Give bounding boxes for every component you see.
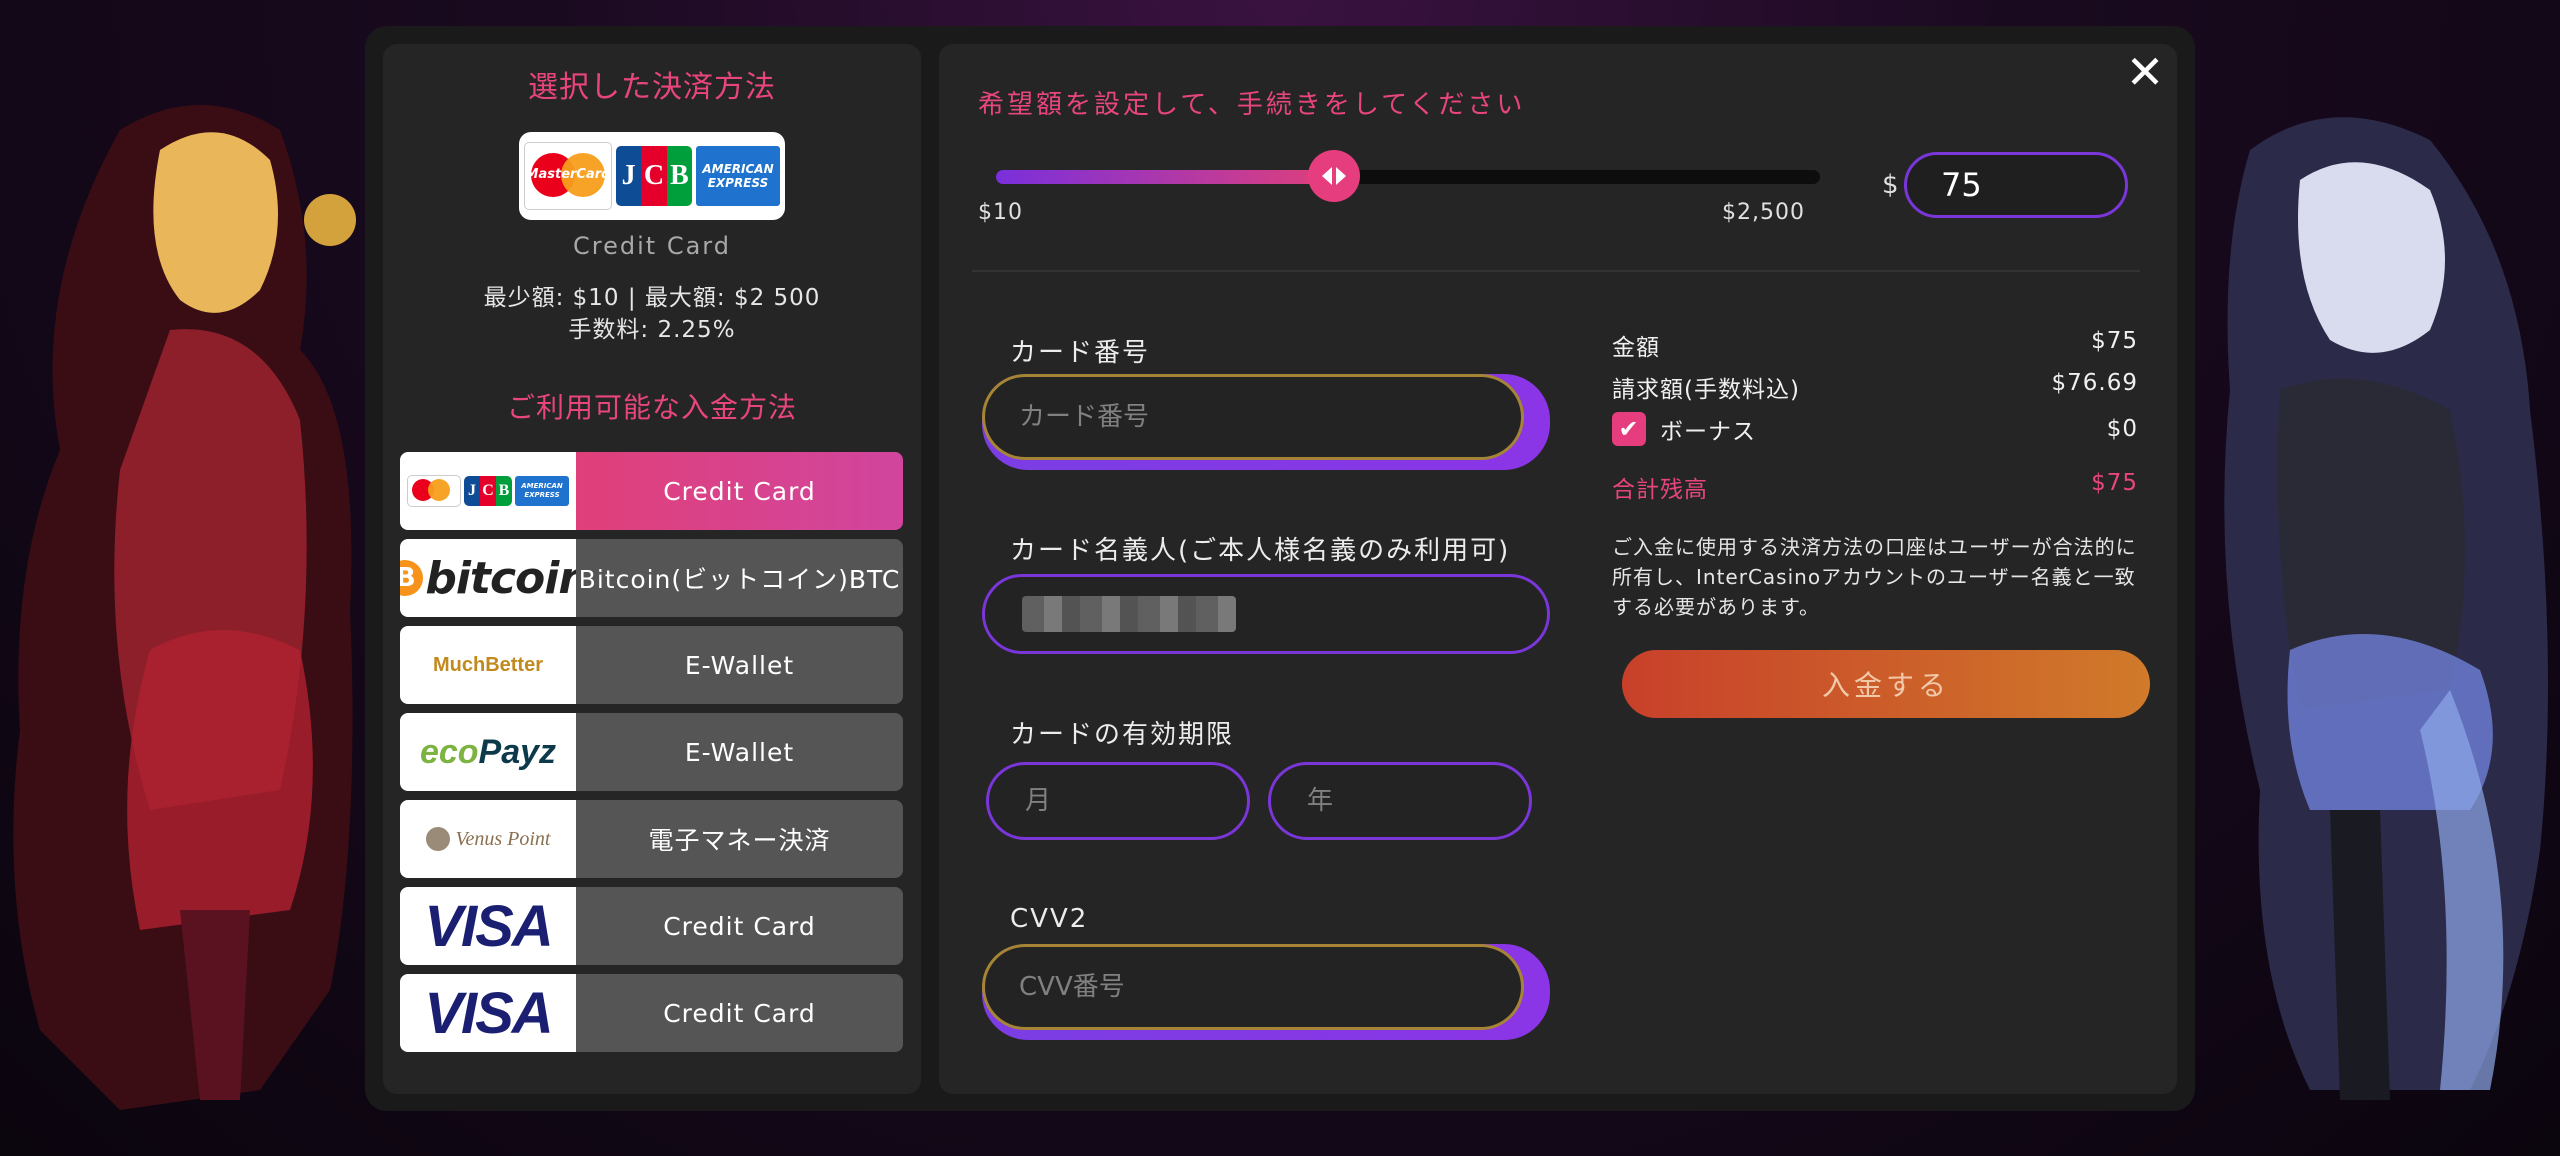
bitcoin-icon: Bbitcoin [400, 539, 576, 617]
method-ecopayz[interactable]: ecoPayz E-Wallet [400, 713, 903, 791]
amex-icon: AMERICAN EXPRESS [696, 146, 780, 206]
method-visa-2[interactable]: VISA Credit Card [400, 974, 903, 1052]
method-label: E-Wallet [576, 713, 903, 791]
selected-method-logo: MasterCard J C B AMERICAN EXPRESS [519, 132, 785, 220]
close-icon[interactable]: ✕ [2125, 49, 2165, 95]
arrow-left-icon [1321, 167, 1332, 185]
method-label: Credit Card [576, 887, 903, 965]
summary-amount-row: 金額 $75 [1612, 328, 2138, 362]
selected-method-title: 選択した決済方法 [528, 70, 776, 105]
jcb-icon: J C B [616, 146, 692, 206]
visa-icon: VISA [400, 974, 576, 1052]
arrow-right-icon [1335, 167, 1346, 185]
method-label: 電子マネー決済 [576, 800, 903, 878]
amount-slider-handle[interactable] [1307, 150, 1360, 202]
limits-info: 最少額: $10 | 最大額: $2 500 手数料: 2.25% [383, 282, 921, 346]
summary-bonus-row: ✔ ボーナス $0 [1612, 412, 2138, 446]
expiry-year-input[interactable] [1268, 762, 1532, 840]
divider [972, 270, 2140, 272]
amount-input[interactable] [1904, 152, 2128, 218]
summary-bonus-value: $0 [2106, 416, 2138, 442]
summary-total-value: $75 [2091, 470, 2138, 496]
mastercard-icon: MasterCard [524, 142, 612, 210]
method-visa-1[interactable]: VISA Credit Card [400, 887, 903, 965]
method-credit-card[interactable]: JCB AMERICAN EXPRESS Credit Card [400, 452, 903, 530]
summary-amount-value: $75 [2091, 328, 2138, 354]
selected-method-label: Credit Card [573, 232, 731, 260]
right-character-illustration [2224, 117, 2548, 1100]
card-holder-redacted [1022, 596, 1236, 632]
payment-methods-list: JCB AMERICAN EXPRESS Credit Card Bbitcoin… [400, 452, 903, 1061]
visa-icon: VISA [400, 887, 576, 965]
amount-slider-fill [996, 170, 1334, 184]
amount-title: 希望額を設定して、手続きをしてください [978, 90, 1526, 120]
bonus-checkbox[interactable]: ✔ [1612, 412, 1646, 446]
expiry-month-input[interactable] [986, 762, 1250, 840]
summary-billed-value: $76.69 [2051, 370, 2138, 396]
slider-min-label: $10 [978, 200, 1023, 225]
method-venuspoint[interactable]: Venus Point 電子マネー決済 [400, 800, 903, 878]
method-label: Credit Card [576, 452, 903, 530]
card-number-input[interactable] [982, 374, 1524, 460]
currency-symbol: $ [1882, 170, 1899, 200]
cvv-label: CVV2 [1010, 904, 1089, 934]
cvv-input[interactable] [982, 944, 1524, 1030]
summary-total-row: 合計残高 $75 [1612, 470, 2138, 504]
method-muchbetter[interactable]: MuchBetter E-Wallet [400, 626, 903, 704]
summary-billed-label: 請求額(手数料込) [1612, 377, 1800, 403]
card-number-label: カード番号 [1010, 338, 1151, 368]
limits-line: 最少額: $10 | 最大額: $2 500 [483, 285, 821, 311]
card-expiry-label: カードの有効期限 [1010, 720, 1235, 750]
fee-line: 手数料: 2.25% [568, 317, 736, 343]
account-ownership-notice: ご入金に使用する決済方法の口座はユーザーが合法的に所有し、InterCasino… [1612, 535, 2137, 619]
card-number-field-wrap [982, 374, 1550, 470]
summary-amount-label: 金額 [1612, 335, 1660, 361]
method-bitcoin[interactable]: Bbitcoin Bitcoin(ビットコイン)BTC [400, 539, 903, 617]
method-label: E-Wallet [576, 626, 903, 704]
venuspoint-icon: Venus Point [400, 800, 576, 878]
muchbetter-icon: MuchBetter [400, 626, 576, 704]
method-label: Bitcoin(ビットコイン)BTC [576, 539, 903, 617]
left-character-illustration [13, 105, 356, 1110]
summary-total-label: 合計残高 [1612, 477, 1708, 503]
summary-billed-row: 請求額(手数料込) $76.69 [1612, 370, 2138, 404]
ecopayz-icon: ecoPayz [400, 713, 576, 791]
card-holder-label: カード名義人(ご本人様名義のみ利用可) [1010, 536, 1511, 566]
deposit-button[interactable]: 入金する [1622, 650, 2150, 718]
available-methods-title: ご利用可能な入金方法 [506, 391, 797, 424]
cvv-field-wrap [982, 944, 1550, 1040]
summary-bonus-label: ボーナス [1660, 419, 1756, 445]
credit-card-brands-icon: JCB AMERICAN EXPRESS [400, 452, 576, 530]
slider-max-label: $2,500 [1722, 200, 1805, 225]
method-label: Credit Card [576, 974, 903, 1052]
